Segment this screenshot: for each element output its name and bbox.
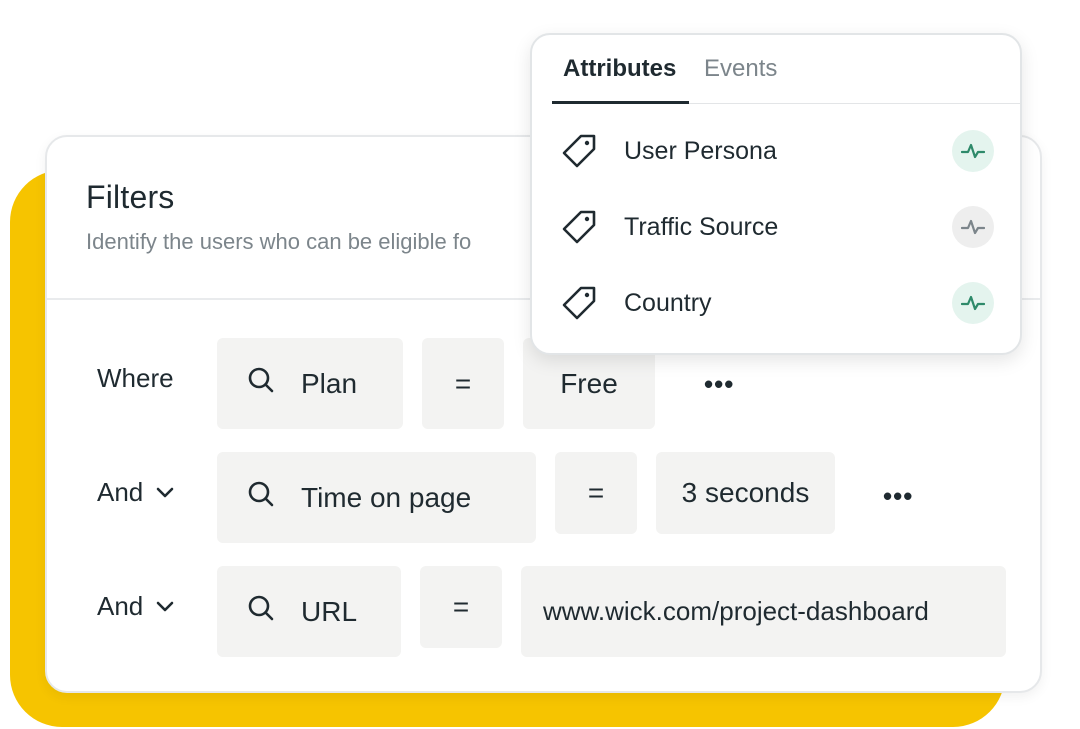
field-label: Time on page xyxy=(301,481,472,513)
field-label: URL xyxy=(301,595,358,627)
field-selector[interactable]: URL xyxy=(217,566,401,657)
connector-and-dropdown[interactable]: And xyxy=(97,477,175,508)
tab-events[interactable]: Events xyxy=(704,55,777,83)
tag-icon xyxy=(560,284,598,322)
field-selector[interactable]: Plan xyxy=(217,338,403,429)
chevron-down-icon xyxy=(155,600,175,614)
operator-selector[interactable]: = xyxy=(422,338,504,429)
active-tab-indicator xyxy=(552,101,689,104)
attribute-label: Traffic Source xyxy=(624,212,779,241)
search-icon xyxy=(247,594,275,629)
tag-icon xyxy=(560,132,598,170)
connector-where: Where xyxy=(97,363,174,394)
tab-attributes[interactable]: Attributes xyxy=(563,55,676,83)
attribute-label: Country xyxy=(624,288,712,317)
attribute-item-user-persona[interactable]: User Persona xyxy=(560,128,994,174)
pulse-icon xyxy=(952,282,994,324)
operator-selector[interactable]: = xyxy=(555,452,637,534)
connector-and-dropdown[interactable]: And xyxy=(97,591,175,622)
field-selector[interactable]: Time on page xyxy=(217,452,536,543)
connector-label: And xyxy=(97,591,144,621)
connector-label: Where xyxy=(97,363,174,393)
pulse-icon xyxy=(952,206,994,248)
value-input[interactable]: www.wick.com/project-dashboard xyxy=(521,566,1006,657)
popover-tabs: Attributes Events xyxy=(552,35,1020,105)
pulse-icon xyxy=(952,130,994,172)
chevron-down-icon xyxy=(155,486,175,500)
value-input[interactable]: 3 seconds xyxy=(656,452,835,534)
operator-selector[interactable]: = xyxy=(420,566,502,648)
search-icon xyxy=(247,366,275,401)
more-options-button[interactable]: ••• xyxy=(883,483,913,509)
attribute-item-traffic-source[interactable]: Traffic Source xyxy=(560,204,994,250)
search-icon xyxy=(247,480,275,515)
attributes-popover: Attributes Events User Persona Traffic S… xyxy=(530,33,1022,355)
filters-subtitle: Identify the users who can be eligible f… xyxy=(86,229,472,254)
tag-icon xyxy=(560,208,598,246)
attribute-item-country[interactable]: Country xyxy=(560,280,994,326)
attribute-label: User Persona xyxy=(624,136,777,165)
connector-label: And xyxy=(97,477,144,507)
field-label: Plan xyxy=(301,367,358,399)
filters-title: Filters xyxy=(86,179,175,215)
more-options-button[interactable]: ••• xyxy=(704,371,734,397)
